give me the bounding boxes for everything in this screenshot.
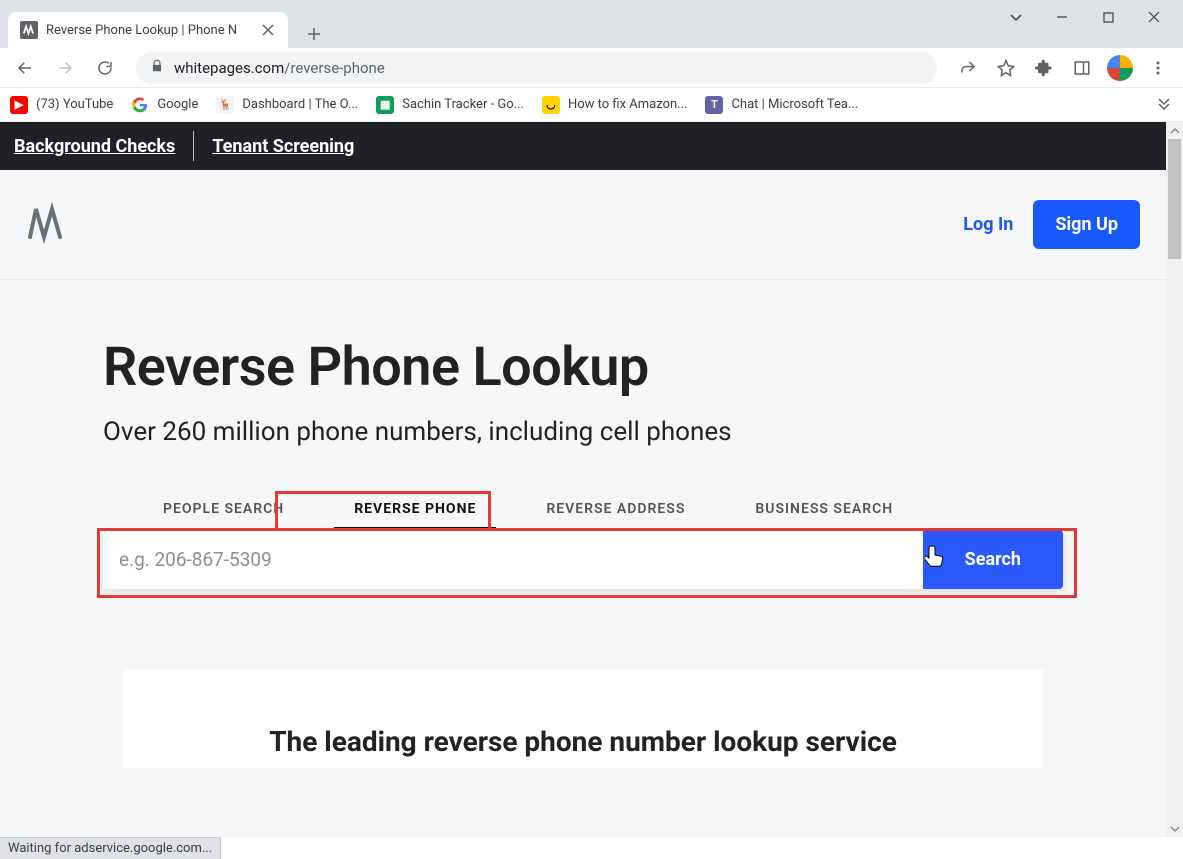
search-box: Search — [103, 530, 1063, 589]
tabs-and-search-region: PEOPLE SEARCH REVERSE PHONE REVERSE ADDR… — [103, 491, 1063, 589]
maximize-button[interactable] — [1085, 2, 1131, 32]
titlebar: Reverse Phone Lookup | Phone N — [0, 0, 1183, 48]
whitepages-logo[interactable] — [26, 201, 66, 249]
bookmark-label: Google — [157, 97, 198, 112]
back-button[interactable] — [8, 51, 42, 85]
content-wrapper: Background Checks Tenant Screening Log I… — [0, 122, 1183, 837]
search-tabs: PEOPLE SEARCH REVERSE PHONE REVERSE ADDR… — [103, 491, 1063, 530]
tab-reverse-phone[interactable]: REVERSE PHONE — [334, 491, 496, 530]
tab-business-search[interactable]: BUSINESS SEARCH — [735, 491, 913, 530]
page-subtitle: Over 260 million phone numbers, includin… — [103, 417, 1063, 447]
bookmark-label: (73) YouTube — [36, 97, 113, 112]
sidepanel-icon[interactable] — [1065, 51, 1099, 85]
bookmarks-bar: ▶ (73) YouTube Google 🦌 Dashboard | The … — [0, 88, 1183, 122]
separator — [193, 131, 194, 161]
close-window-button[interactable] — [1131, 2, 1177, 32]
tab-people-search[interactable]: PEOPLE SEARCH — [143, 491, 304, 530]
status-text: Waiting for adservice.google.com... — [8, 841, 212, 856]
bookmark-label: Dashboard | The O... — [242, 97, 358, 112]
star-icon[interactable] — [989, 51, 1023, 85]
status-bar: Waiting for adservice.google.com... — [0, 837, 221, 859]
scrollbar-thumb[interactable] — [1168, 139, 1181, 259]
youtube-icon: ▶ — [10, 96, 28, 114]
share-icon[interactable] — [951, 51, 985, 85]
bookmark-google[interactable]: Google — [131, 96, 198, 114]
bookmark-label: How to fix Amazon... — [568, 97, 688, 112]
forward-button — [48, 51, 82, 85]
header-actions: Log In Sign Up — [963, 200, 1140, 249]
site-header: Log In Sign Up — [0, 170, 1166, 280]
window-controls — [993, 2, 1177, 32]
address-bar[interactable]: whitepages.com/reverse-phone — [136, 52, 937, 84]
google-icon — [131, 96, 149, 114]
profile-avatar[interactable] — [1103, 51, 1137, 85]
new-tab-button[interactable] — [300, 20, 328, 48]
signup-button[interactable]: Sign Up — [1033, 200, 1140, 249]
url-text: whitepages.com/reverse-phone — [174, 59, 385, 77]
browser-chrome: Reverse Phone Lookup | Phone N — [0, 0, 1183, 122]
minimize-button[interactable] — [1039, 2, 1085, 32]
extensions-icon[interactable] — [1027, 51, 1061, 85]
scrollbar-down-icon[interactable] — [1166, 820, 1183, 837]
bookmark-sheet[interactable]: ▦ Sachin Tracker - Go... — [376, 96, 524, 114]
card-heading: The leading reverse phone number lookup … — [163, 725, 1003, 758]
tenant-screening-link[interactable]: Tenant Screening — [212, 136, 354, 157]
bookmark-teams[interactable]: T Chat | Microsoft Tea... — [705, 96, 858, 114]
page-title: Reverse Phone Lookup — [103, 336, 1063, 399]
search-button[interactable]: Search — [923, 530, 1063, 589]
hero-section: Reverse Phone Lookup Over 260 million ph… — [103, 280, 1063, 768]
menu-icon[interactable] — [1141, 51, 1175, 85]
login-link[interactable]: Log In — [963, 214, 1013, 235]
bookmark-label: Sachin Tracker - Go... — [402, 97, 524, 112]
reload-button[interactable] — [88, 51, 122, 85]
info-card: The leading reverse phone number lookup … — [123, 669, 1043, 768]
dark-topbar: Background Checks Tenant Screening — [0, 122, 1166, 170]
background-checks-link[interactable]: Background Checks — [14, 136, 175, 157]
browser-toolbar: whitepages.com/reverse-phone — [0, 48, 1183, 88]
tab-close-icon[interactable] — [260, 22, 276, 38]
generic-icon: 🦌 — [216, 96, 234, 114]
lock-icon — [150, 58, 164, 77]
bookmark-dashboard[interactable]: 🦌 Dashboard | The O... — [216, 96, 358, 114]
sheets-icon: ▦ — [376, 96, 394, 114]
vertical-scrollbar[interactable] — [1166, 122, 1183, 837]
tab-search-icon[interactable] — [993, 2, 1039, 32]
browser-tab[interactable]: Reverse Phone Lookup | Phone N — [8, 12, 288, 48]
tab-favicon — [20, 21, 38, 39]
scrollbar-up-icon[interactable] — [1166, 122, 1183, 139]
tab-reverse-address[interactable]: REVERSE ADDRESS — [526, 491, 705, 530]
phone-input[interactable] — [103, 530, 923, 589]
page-content: Background Checks Tenant Screening Log I… — [0, 122, 1166, 837]
bookmark-youtube[interactable]: ▶ (73) YouTube — [10, 96, 113, 114]
tab-title: Reverse Phone Lookup | Phone N — [46, 23, 252, 38]
teams-icon: T — [705, 96, 723, 114]
smile-icon: ◡ — [542, 96, 560, 114]
bookmarks-overflow-icon[interactable] — [1157, 95, 1171, 114]
bookmark-label: Chat | Microsoft Tea... — [731, 97, 858, 112]
bookmark-amazon[interactable]: ◡ How to fix Amazon... — [542, 96, 688, 114]
